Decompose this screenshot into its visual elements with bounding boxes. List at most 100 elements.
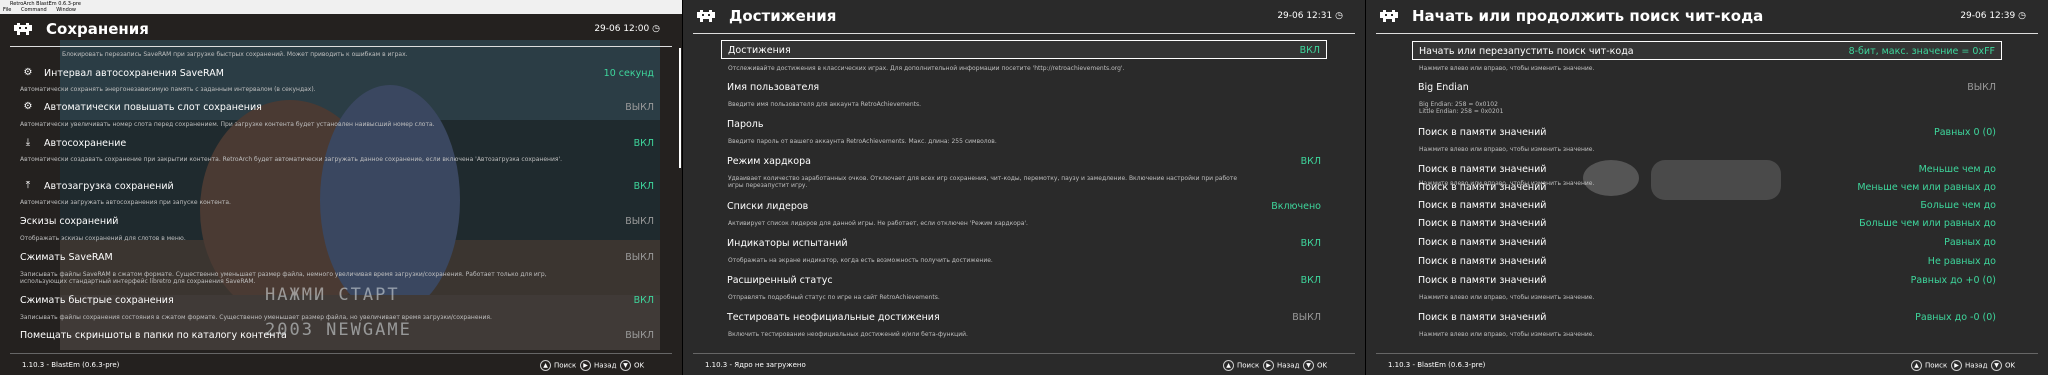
gamepad-button-icon: ▼ <box>1303 360 1314 371</box>
item-description: Нажмите влево или вправо, чтобы изменить… <box>1419 146 1595 153</box>
item-description: Автоматически сохранять энергонезависиму… <box>20 86 316 93</box>
item-description: Удваивает количество заработанных очков.… <box>728 175 1238 189</box>
page-title: Сохранения <box>46 20 149 38</box>
clock: 29-06 12:31 ◷ <box>1277 11 1343 21</box>
item-description: Отображать на экране индикатор, когда ес… <box>728 257 993 264</box>
search-button[interactable]: ▲ Поиск <box>1911 360 1947 371</box>
item-description: Нажмите влево или вправо, чтобы изменить… <box>1419 65 1595 72</box>
menu-item-savestate-thumbnails[interactable]: Эскизы сохранений ВЫКЛ <box>10 213 672 229</box>
item-description: Отображать эскизы сохранений для слотов … <box>20 235 186 242</box>
retroarch-logo-icon <box>697 10 715 22</box>
menu-item-test-unofficial[interactable]: Тестировать неофициальные достижения ВЫК… <box>721 309 1327 325</box>
menu-item-search-gt[interactable]: Поиск в памяти значений Больше чем до <box>1412 197 2002 213</box>
gamepad-button-icon: ▲ <box>1911 360 1922 371</box>
item-description: Включить тестирование неофициальных дост… <box>728 331 968 338</box>
core-status: 1.10.3 - Ядро не загружено <box>705 361 806 369</box>
download-icon: ⤓ <box>25 137 31 148</box>
menu-file[interactable]: File <box>3 7 11 13</box>
menu-item-search-lte[interactable]: Поиск в памяти значений Меньше чем или р… <box>1412 179 2002 195</box>
header-divider <box>1376 33 2038 34</box>
header: Начать или продолжить поиск чит-кода 29-… <box>1366 0 2048 30</box>
gamepad-button-icon: ▲ <box>540 360 551 371</box>
menu-item-search-gte[interactable]: Поиск в памяти значений Больше чем или р… <box>1412 215 2002 231</box>
footer: 1.10.3 - Ядро не загружено ▲ Поиск ▶ Назад… <box>683 353 1365 375</box>
menu-item-auto-increment-slot[interactable]: ⚙ Автоматически повышать слот сохранения… <box>10 99 672 115</box>
window-menubar: File Command Window <box>3 7 84 13</box>
clock: 29-06 12:39 ◷ <box>1960 11 2026 21</box>
gear-icon: ⚙ <box>23 67 33 78</box>
retroarch-logo-icon <box>1380 10 1398 22</box>
core-version: 1.10.3 - BlastEm (0.6.3-pre) <box>1388 361 1486 369</box>
item-description: Введите имя пользователя для аккаунта Re… <box>728 101 922 108</box>
menu-item-challenge-indicators[interactable]: Индикаторы испытаний ВКЛ <box>721 235 1327 251</box>
menu-item-password[interactable]: Пароль <box>721 116 1327 132</box>
menu-command[interactable]: Command <box>21 7 47 13</box>
menu-item-search-eq[interactable]: Поиск в памяти значений Равных до <box>1412 234 2002 250</box>
item-description: Отслеживайте достижения в классических и… <box>728 65 1125 72</box>
item-description: Активирует список лидеров для данной игр… <box>728 220 1028 227</box>
menu-window[interactable]: Window <box>56 7 76 13</box>
page-title: Начать или продолжить поиск чит-кода <box>1412 7 1764 25</box>
menu-item-autoload[interactable]: ⤒ Автозагрузка сохранений ВКЛ <box>10 178 672 194</box>
gamepad-button-icon: ▲ <box>1223 360 1234 371</box>
core-version: 1.10.3 - BlastEm (0.6.3-pre) <box>22 361 120 369</box>
footer-divider <box>693 353 1355 354</box>
clock-icon: ◷ <box>652 24 660 34</box>
clock: 29-06 12:00 ◷ <box>594 24 660 34</box>
page-title: Достижения <box>729 7 837 25</box>
footer-divider <box>1376 353 2038 354</box>
upload-icon: ⤒ <box>25 180 31 191</box>
retroarch-logo-icon <box>14 23 32 35</box>
ok-button[interactable]: ▼ OK <box>1303 360 1327 371</box>
game-press-start-text: НАЖМИ СТАРТ <box>265 285 400 305</box>
menu-item-autosave[interactable]: ⤓ Автосохранение ВКЛ <box>10 135 672 151</box>
item-description: Автоматически загружать автосохранения п… <box>20 199 231 206</box>
game-copyright-text: 2003 NEWGAME <box>265 320 412 340</box>
gamepad-button-icon: ▼ <box>1991 360 2002 371</box>
item-description: Big Endian: 258 = 0x0102 Little Endian: … <box>1419 101 1504 115</box>
header: Достижения 29-06 12:31 ◷ <box>683 0 1365 30</box>
menu-item-search-eq-plus[interactable]: Поиск в памяти значений Равных до +0 (0) <box>1412 272 2002 288</box>
menu-item-start-cheat-search[interactable]: Начать или перезапустить поиск чит-кода … <box>1412 41 2002 60</box>
menu-item-autosave-interval[interactable]: ⚙ Интервал автосохранения SaveRAM 10 сек… <box>10 65 672 81</box>
menu-item-compress-saveram[interactable]: Сжимать SaveRAM ВЫКЛ <box>10 249 672 265</box>
item-description: Нажмите влево или вправо, чтобы изменить… <box>1419 331 1595 338</box>
achievements-panel: Достижения 29-06 12:31 ◷ Достижения ВКЛ … <box>683 0 1365 375</box>
item-description: Введите пароль от вашего аккаунта RetroA… <box>728 138 997 145</box>
search-button[interactable]: ▲ Поиск <box>1223 360 1259 371</box>
gamepad-button-icon: ▼ <box>620 360 631 371</box>
header-divider <box>693 33 1355 34</box>
ok-button[interactable]: ▼ OK <box>1991 360 2015 371</box>
item-description: Блокировать перезапись SaveRAM при загру… <box>62 51 408 58</box>
menu-item-search-eq-minus[interactable]: Поиск в памяти значений Равных до -0 (0) <box>1412 309 2002 325</box>
menu-item-achievements-enable[interactable]: Достижения ВКЛ <box>721 40 1327 59</box>
saving-settings-panel: RetroArch BlastEm 0.6.3-pre File Command… <box>0 0 682 375</box>
item-description: Записывать файлы SaveRAM в сжатом формат… <box>20 271 547 285</box>
menu-item-rich-presence[interactable]: Расширенный статус ВКЛ <box>721 272 1327 288</box>
menu-item-search-eq-value[interactable]: Поиск в памяти значений Равных 0 (0) <box>1412 124 2002 140</box>
cheat-search-panel: Начать или продолжить поиск чит-кода 29-… <box>1366 0 2048 375</box>
footer: 1.10.3 - BlastEm (0.6.3-pre) ▲ Поиск ▶ Наз… <box>1366 353 2048 375</box>
ok-button[interactable]: ▼ OK <box>620 360 644 371</box>
back-button[interactable]: ▶ Назад <box>1263 360 1299 371</box>
back-button[interactable]: ▶ Назад <box>580 360 616 371</box>
footer-divider <box>10 353 672 354</box>
menu-item-big-endian[interactable]: Big Endian ВЫКЛ <box>1412 79 2002 95</box>
gamepad-button-icon: ▶ <box>580 360 591 371</box>
search-button[interactable]: ▲ Поиск <box>540 360 576 371</box>
header: Сохранения 29-06 12:00 ◷ <box>0 14 682 44</box>
menu-item-search-neq[interactable]: Поиск в памяти значений Не равных до <box>1412 253 2002 269</box>
menu-item-search-lt[interactable]: Поиск в памяти значений Меньше чем до <box>1412 161 2002 177</box>
scrollbar[interactable] <box>679 48 681 168</box>
gamepad-button-icon: ▶ <box>1263 360 1274 371</box>
footer: 1.10.3 - BlastEm (0.6.3-pre) ▲ Поиск ▶ Наз… <box>0 353 682 375</box>
menu-item-leaderboards[interactable]: Списки лидеров Включено <box>721 198 1327 214</box>
back-button[interactable]: ▶ Назад <box>1951 360 1987 371</box>
menu-item-username[interactable]: Имя пользователя <box>721 79 1327 95</box>
item-description: Отправлять подробный статус по игре на с… <box>728 294 940 301</box>
menu-item-hardcore-mode[interactable]: Режим хардкора ВКЛ <box>721 153 1327 169</box>
item-description: Автоматически увеличивать номер слота пе… <box>20 121 435 128</box>
gamepad-button-icon: ▶ <box>1951 360 1962 371</box>
header-divider <box>10 46 672 47</box>
gear-icon: ⚙ <box>23 101 33 112</box>
